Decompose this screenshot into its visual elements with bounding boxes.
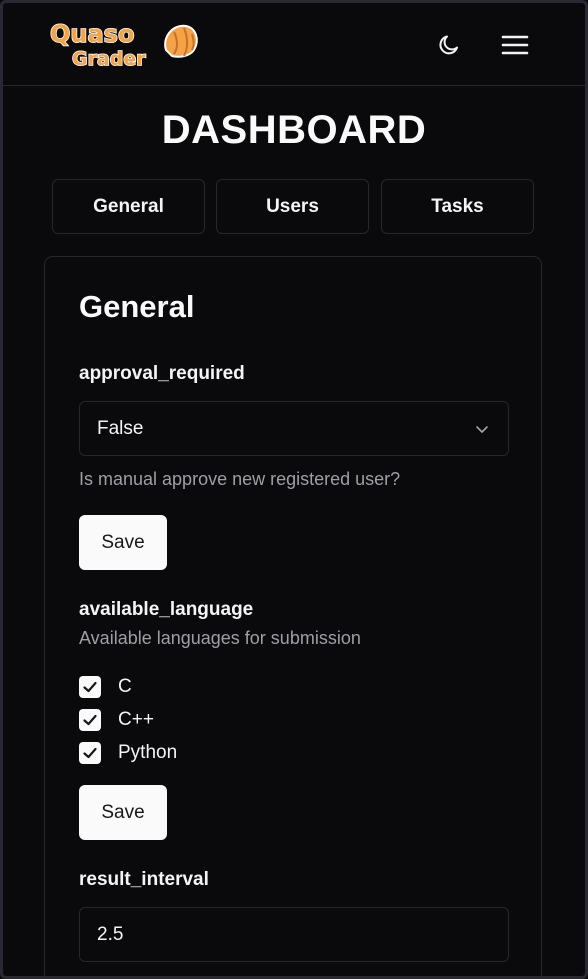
approval-required-select[interactable]: False [79, 401, 509, 456]
tab-users[interactable]: Users [216, 179, 369, 234]
language-label-cpp: C++ [118, 709, 154, 730]
tab-general[interactable]: General [52, 179, 205, 234]
checkbox-python[interactable] [79, 742, 101, 764]
approval-required-value: False [97, 417, 144, 439]
chevron-down-icon [476, 426, 488, 433]
logo-text-line2: Grader [72, 48, 146, 70]
available-language-help: Available languages for submission [79, 628, 361, 648]
dashboard-tabs: General Users Tasks [52, 179, 534, 234]
card-title: General [79, 289, 195, 324]
check-icon [83, 747, 97, 759]
language-option-cpp[interactable]: C++ [79, 708, 154, 732]
language-label-c: C [118, 676, 132, 697]
available-language-label: available_language [79, 599, 254, 620]
available-language-save-button[interactable]: Save [79, 785, 167, 840]
quaso-grader-logo[interactable]: Quaso Grader [44, 16, 200, 72]
approval-required-save-button[interactable]: Save [79, 515, 167, 570]
logo-text-line1: Quaso [50, 20, 134, 48]
language-option-python[interactable]: Python [79, 741, 177, 765]
language-label-python: Python [118, 742, 178, 763]
result-interval-label: result_interval [79, 869, 209, 890]
app-header: Quaso Grader [0, 0, 588, 86]
hamburger-menu-icon [501, 35, 529, 55]
menu-button[interactable] [498, 28, 532, 62]
moon-icon [439, 35, 458, 55]
check-icon [83, 681, 97, 693]
approval-required-help: Is manual approve new registered user? [79, 469, 401, 489]
checkbox-c[interactable] [79, 676, 101, 698]
croissant-logo-icon: Quaso Grader [49, 19, 198, 71]
checkbox-cpp[interactable] [79, 709, 101, 731]
page-title: DASHBOARD [161, 108, 427, 152]
language-option-c[interactable]: C [79, 675, 132, 699]
theme-toggle-button[interactable] [432, 28, 466, 62]
check-icon [83, 714, 97, 726]
result-interval-input[interactable] [79, 907, 509, 962]
approval-required-label: approval_required [79, 363, 245, 384]
tab-tasks[interactable]: Tasks [381, 179, 534, 234]
general-settings-card: General approval_required False Is manua… [44, 256, 542, 979]
